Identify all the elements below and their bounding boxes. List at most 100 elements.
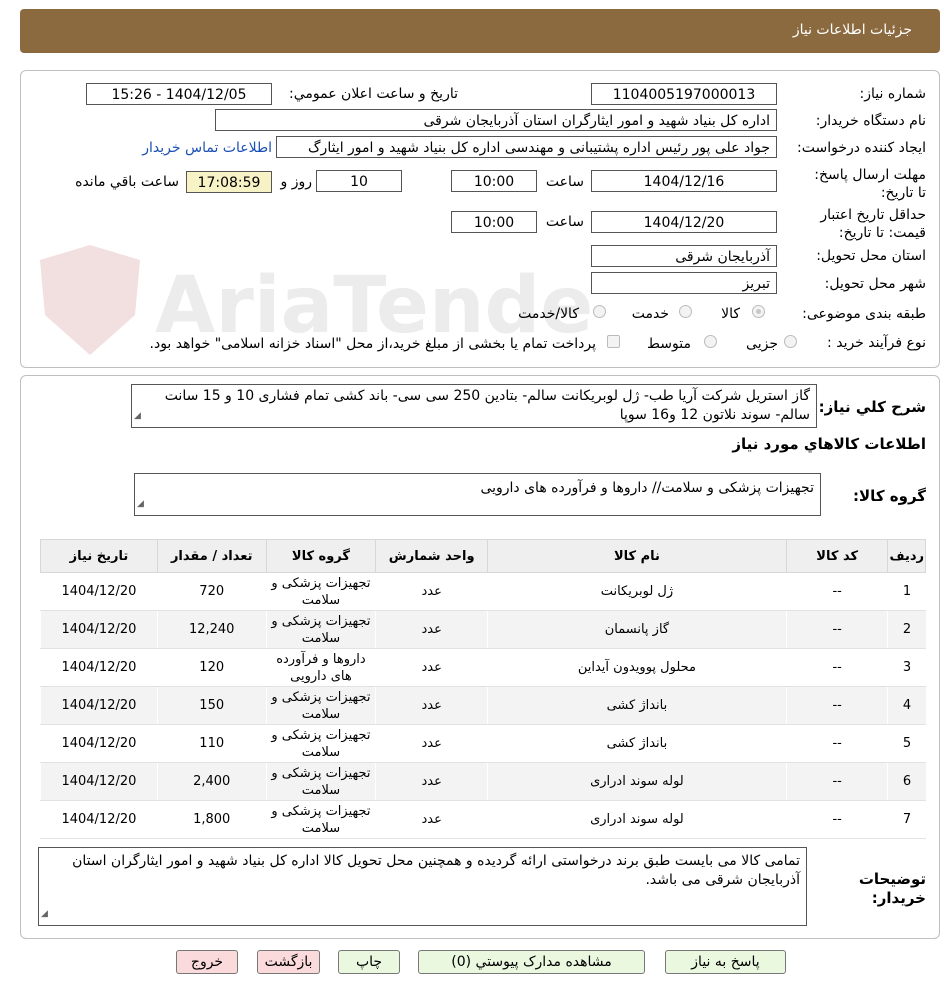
category-label: طبقه بندی موضوعی: [802, 306, 926, 322]
buyer-notes-label: توضیحات خریدار: [858, 870, 926, 907]
process-medium-radio[interactable] [704, 335, 717, 348]
items-table: ردیف کد کالا نام کالا واحد شمارش گروه کا… [40, 539, 926, 839]
resize-grip-icon[interactable]: ◢ [134, 407, 141, 426]
col-header-unit: واحد شمارش [375, 539, 489, 573]
treasury-payment-note: پرداخت تمام یا بخشی از مبلغ خرید،از محل … [149, 336, 596, 352]
cell-unit: عدد [375, 724, 488, 763]
col-header-date: تاریخ نیاز [40, 539, 158, 573]
cell-name: بانداژ کشی [487, 686, 787, 725]
cell-code: -- [785, 572, 888, 611]
province-field: آذربایجان شرقی [591, 245, 777, 267]
cell-row-no: 4 [887, 686, 926, 725]
table-row: 6 -- لوله سوند ادراری عدد تجهیزات پزشکی … [40, 762, 926, 801]
items-section-title: اطلاعات كالاهاي مورد نياز [732, 435, 926, 453]
cell-group: تجهیزات پزشکی و سلامت [265, 686, 376, 725]
cell-code: -- [785, 610, 888, 649]
goods-group-field: تجهیزات پزشکی و سلامت// داروها و فرآورده… [134, 473, 821, 516]
validity-time-label: ساعت [545, 214, 584, 230]
summary-field: گاز استریل شرکت آریا طب- ژل لوبریکانت سا… [131, 384, 817, 428]
treasury-payment-checkbox[interactable] [607, 335, 620, 348]
resize-grip-icon[interactable]: ◢ [41, 905, 48, 924]
cell-unit: عدد [375, 686, 488, 725]
table-row: 7 -- لوله سوند ادراری عدد تجهیزات پزشکی … [40, 800, 926, 839]
process-label: نوع فرآیند خرید : [827, 335, 926, 351]
cell-unit: عدد [375, 572, 488, 611]
creator-label: ایجاد کننده درخواست: [797, 140, 926, 156]
cell-group: تجهیزات پزشکی و سلامت [265, 800, 376, 839]
table-row: 4 -- بانداژ کشی عدد تجهیزات پزشکی و سلام… [40, 686, 926, 725]
cell-group: تجهیزات پزشکی و سلامت [265, 610, 376, 649]
cell-quantity: 12,240 [156, 610, 267, 649]
col-header-code: کد کالا [785, 539, 889, 573]
deadline-time-label: ساعت [545, 174, 584, 190]
day-label: روز و [280, 174, 313, 190]
cell-quantity: 2,400 [156, 762, 267, 801]
cell-quantity: 120 [156, 648, 267, 687]
reply-button[interactable]: پاسخ به نیاز [665, 950, 786, 974]
cell-quantity: 720 [156, 572, 267, 611]
goods-group-text: تجهیزات پزشکی و سلامت// داروها و فرآورده… [480, 480, 814, 496]
cell-row-no: 6 [887, 762, 926, 801]
validity-time-field: 10:00 [451, 211, 537, 233]
print-button[interactable]: چاپ [338, 950, 400, 974]
need-number-field: 1104005197000013 [591, 83, 777, 105]
back-button[interactable]: بازگشت [257, 950, 320, 974]
need-number-label: شماره نیاز: [859, 86, 927, 102]
summary-label: شرح كلي نياز: [818, 398, 926, 416]
cell-row-no: 1 [887, 572, 926, 611]
cell-name: محلول پوویدون آیداین [487, 648, 787, 687]
cell-unit: عدد [375, 800, 488, 839]
page-title: جزئیات اطلاعات نیاز [792, 22, 912, 38]
cell-date: 1404/12/20 [40, 800, 158, 839]
category-both-radio[interactable] [593, 305, 606, 318]
summary-text: گاز استریل شرکت آریا طب- ژل لوبریکانت سا… [164, 388, 810, 423]
cell-group: تجهیزات پزشکی و سلامت [265, 762, 376, 801]
resize-grip-icon[interactable]: ◢ [137, 495, 144, 514]
category-goods-radio[interactable] [752, 305, 765, 318]
cell-code: -- [785, 800, 888, 839]
cell-group: تجهیزات پزشکی و سلامت [265, 724, 376, 763]
deadline-date-field: 1404/12/16 [591, 170, 777, 192]
exit-button[interactable]: خروج [176, 950, 238, 974]
table-row: 2 -- گاز پانسمان عدد تجهیزات پزشکی و سلا… [40, 610, 926, 649]
cell-date: 1404/12/20 [40, 610, 158, 649]
page-header: جزئیات اطلاعات نیاز [20, 9, 940, 53]
cell-unit: عدد [375, 648, 488, 687]
cell-code: -- [785, 686, 888, 725]
category-service-radio[interactable] [679, 305, 692, 318]
col-header-name: نام کالا [487, 539, 787, 573]
buyer-label: نام دستگاه خریدار: [815, 113, 926, 129]
process-partial-radio[interactable] [784, 335, 797, 348]
cell-quantity: 150 [156, 686, 267, 725]
cell-group: تجهیزات پزشکی و سلامت [265, 572, 376, 611]
process-medium-label: متوسط [647, 336, 691, 352]
view-attachments-button[interactable]: مشاهده مدارک پیوستي (0) [418, 950, 645, 974]
cell-name: بانداژ کشی [487, 724, 787, 763]
deadline-time-field: 10:00 [451, 170, 537, 192]
cell-code: -- [785, 724, 888, 763]
buyer-field: اداره کل بنیاد شهید و امور ایثارگران است… [215, 109, 777, 131]
cell-row-no: 2 [887, 610, 926, 649]
city-field: تبریز [591, 272, 777, 294]
col-header-group: گروه کالا [265, 539, 377, 573]
announce-field: 1404/12/05 - 15:26 [86, 83, 272, 105]
buyer-notes-text: تمامی کالا می بایست طبق برند درخواستی ار… [72, 853, 800, 888]
goods-group-label: گروه کالا: [853, 487, 926, 505]
cell-group: داروها و فرآورده های دارویی [265, 648, 376, 687]
category-goods-label: کالا [721, 306, 740, 322]
category-both-label: کالا/خدمت [518, 306, 579, 322]
validity-label: حداقل تاریخ اعتبار قیمت: تا تاریخ: [820, 207, 926, 241]
remaining-label: ساعت باقي مانده [75, 174, 179, 190]
cell-name: لوله سوند ادراری [487, 800, 787, 839]
cell-date: 1404/12/20 [40, 762, 158, 801]
table-header-row: ردیف کد کالا نام کالا واحد شمارش گروه کا… [40, 539, 926, 573]
cell-row-no: 7 [887, 800, 926, 839]
col-header-quantity: تعداد / مقدار [156, 539, 267, 573]
cell-quantity: 110 [156, 724, 267, 763]
buyer-contact-link[interactable]: اطلاعات تماس خریدار [142, 140, 272, 156]
deadline-label: مهلت ارسال پاسخ: تا تاریخ: [814, 167, 926, 201]
cell-row-no: 3 [887, 648, 926, 687]
cell-unit: عدد [375, 762, 488, 801]
table-row: 3 -- محلول پوویدون آیداین عدد داروها و ف… [40, 648, 926, 687]
buyer-notes-field: تمامی کالا می بایست طبق برند درخواستی ار… [38, 847, 807, 926]
